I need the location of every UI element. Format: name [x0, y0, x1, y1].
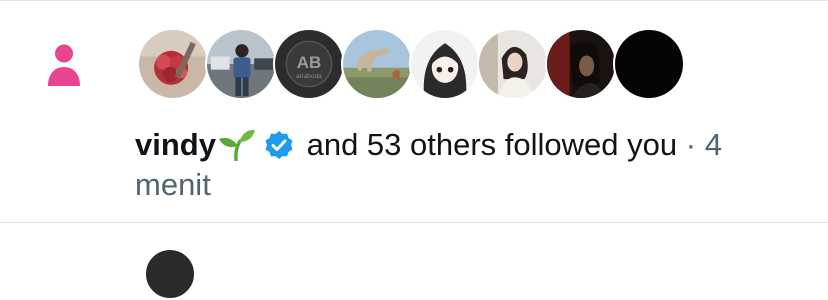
avatar-anime-girl[interactable] — [409, 28, 481, 100]
svg-text:AB: AB — [297, 53, 322, 72]
avatar-flowers[interactable] — [137, 28, 209, 100]
avatar-dinosaur[interactable] — [341, 28, 413, 100]
next-notification-avatar[interactable] — [144, 248, 196, 300]
avatar-ab-logo[interactable]: AB ariaboda — [273, 28, 345, 100]
avatar-black[interactable] — [613, 28, 685, 100]
notification-message: and 53 others followed you — [306, 127, 678, 162]
follower-name-link[interactable]: vindy — [135, 127, 216, 162]
verified-badge-icon — [264, 130, 294, 160]
avatar-dark-portrait[interactable] — [545, 28, 617, 100]
svg-text:ariaboda: ariaboda — [296, 73, 322, 80]
person-icon — [45, 43, 83, 87]
follow-notification[interactable]: AB ariaboda vindy and 53 others followed… — [0, 1, 828, 222]
avatar-man-street[interactable] — [205, 28, 277, 100]
notification-text: vindy and 53 others followed you · 4 men… — [135, 125, 795, 205]
seedling-icon — [216, 127, 256, 163]
notification-divider — [0, 222, 828, 223]
separator-dot: · — [685, 127, 697, 162]
avatar-woman-photo[interactable] — [477, 28, 549, 100]
